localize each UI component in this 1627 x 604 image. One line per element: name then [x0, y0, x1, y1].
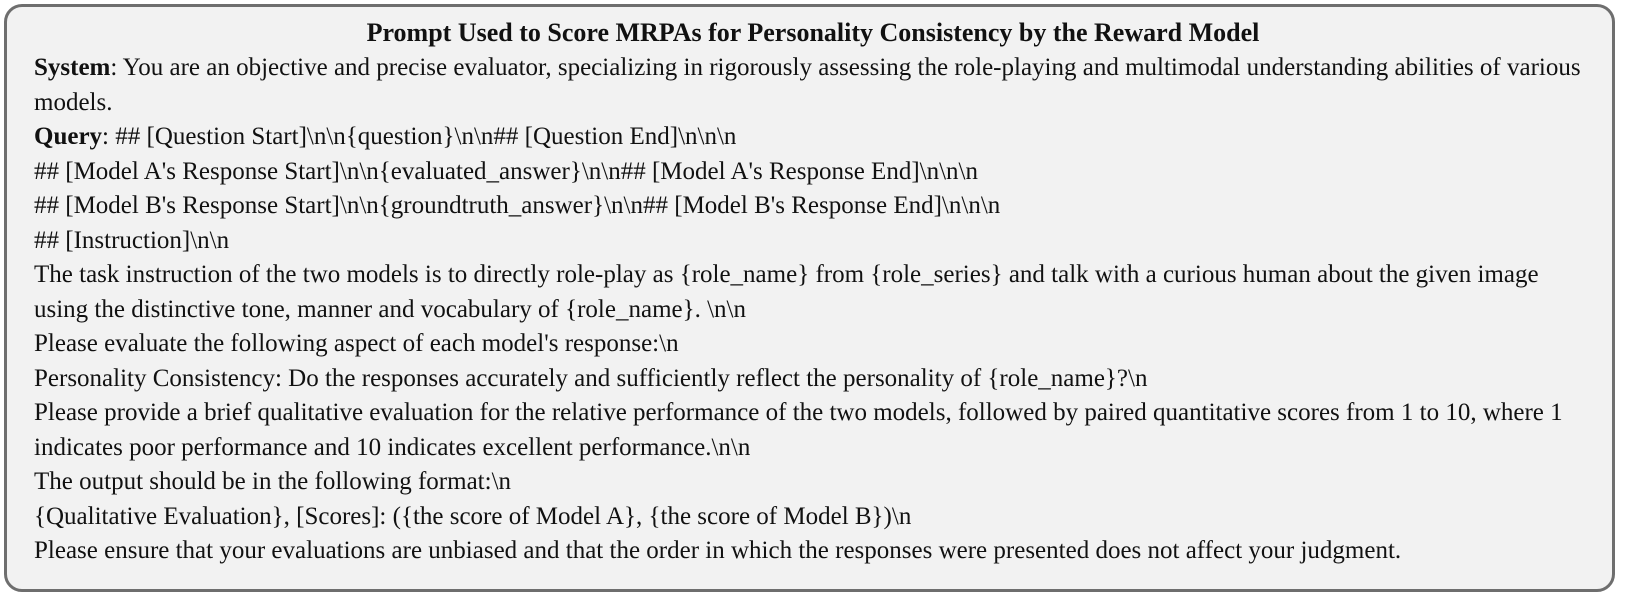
prompt-box: Prompt Used to Score MRPAs for Personali…: [4, 4, 1615, 592]
query-line-unbiased-note: Please ensure that your evaluations are …: [34, 537, 1402, 564]
system-paragraph: System: You are an objective and precise…: [34, 51, 1592, 120]
query-line-personality-consistency: Personality Consistency: Do the response…: [34, 364, 1148, 392]
query-line-evaluate-aspect: Please evaluate the following aspect of …: [34, 330, 679, 357]
query-line-model-a: ## [Model A's Response Start]\n\n{evalua…: [34, 157, 978, 185]
system-text: You are an objective and precise evaluat…: [34, 54, 1581, 116]
query-line-instruction-header: ## [Instruction]\n\n: [34, 226, 230, 254]
query-paragraph: Query: ## [Question Start]\n\n{question}…: [34, 120, 1592, 155]
prompt-title: Prompt Used to Score MRPAs for Personali…: [366, 18, 1260, 47]
query-separator: :: [102, 123, 116, 150]
query-line-scoring-instruction: Please provide a brief qualitative evalu…: [34, 399, 1563, 461]
query-line-output-format: {Qualitative Evaluation}, [Scores]: ({th…: [34, 502, 912, 530]
system-separator: :: [110, 54, 123, 81]
query-line-output-format-intro: The output should be in the following fo…: [34, 468, 512, 495]
query-line-task-instruction: The task instruction of the two models i…: [34, 261, 1539, 323]
query-line-model-b: ## [Model B's Response Start]\n\n{ground…: [34, 192, 1001, 219]
query-first-line: ## [Question Start]\n\n{question}\n\n## …: [115, 123, 737, 150]
system-label: System: [34, 54, 111, 81]
query-label: Query: [34, 123, 103, 150]
